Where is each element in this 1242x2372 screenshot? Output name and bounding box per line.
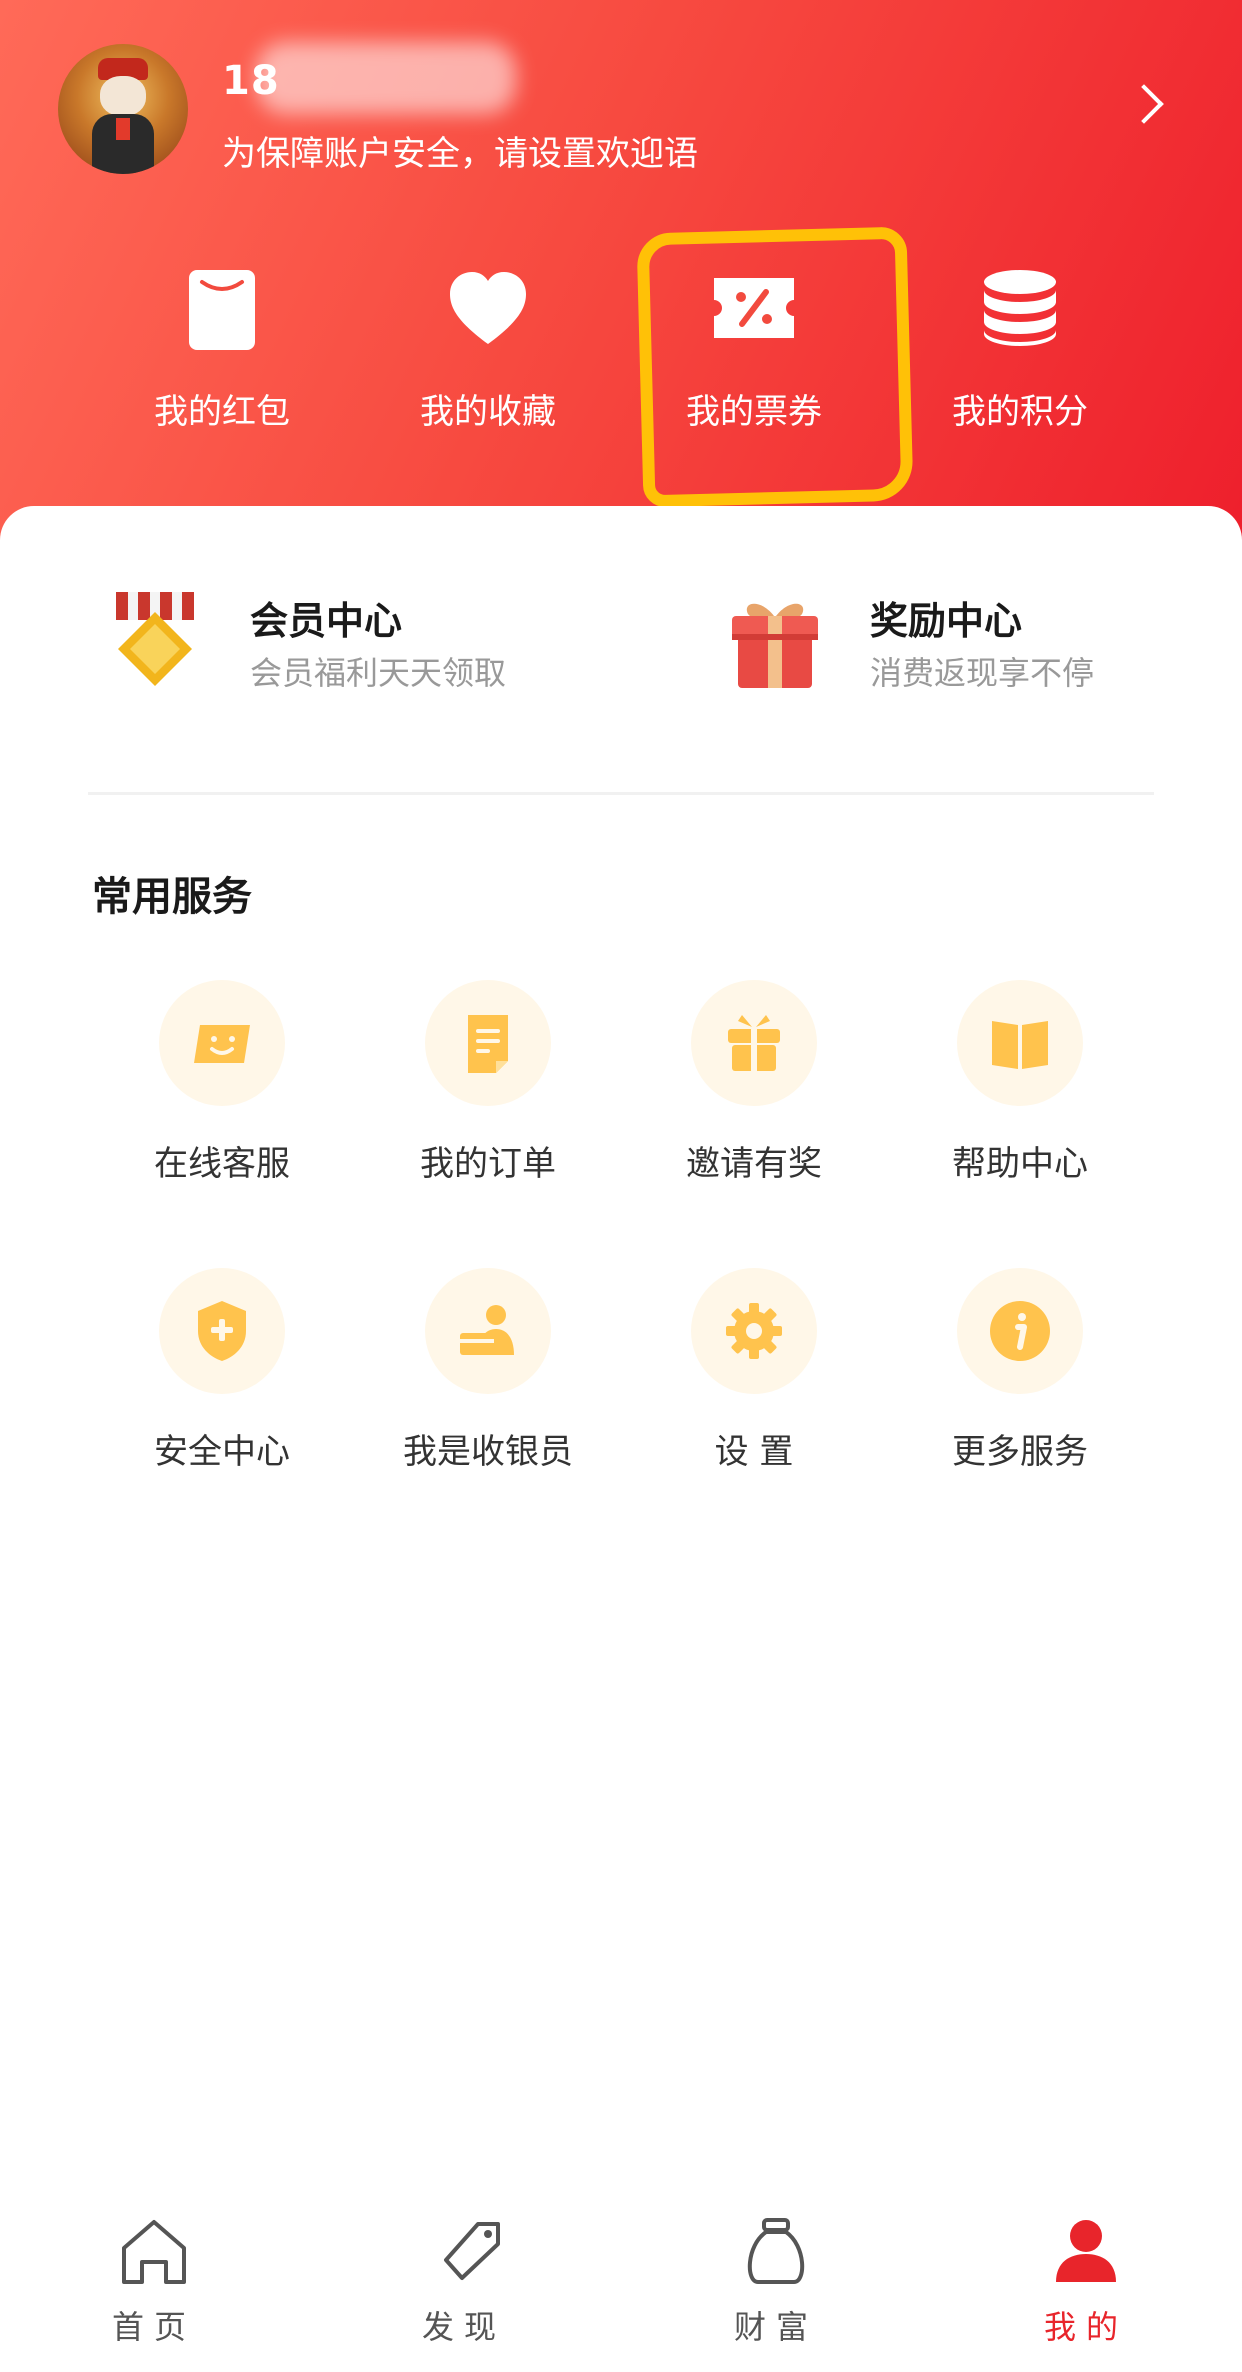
- greeting-text[interactable]: 为保障账户安全，请设置欢迎语: [222, 126, 698, 175]
- quick-action-red-packet[interactable]: 我的红包: [102, 262, 342, 432]
- tab-label: 首页: [111, 2308, 196, 2346]
- smile-chat-icon: [159, 980, 285, 1106]
- document-icon: [425, 980, 551, 1106]
- user-icon: [996, 2210, 1176, 2290]
- divider: [88, 792, 1154, 795]
- avatar-tie: [116, 118, 130, 140]
- quick-action-points[interactable]: 我的积分: [900, 262, 1140, 432]
- heart-icon: [368, 262, 608, 354]
- reward-center[interactable]: 奖励中心 消费返现享不停: [720, 590, 1160, 700]
- shield-plus-icon: [159, 1268, 285, 1394]
- service-label: 在线客服: [154, 1144, 290, 1184]
- tab-discover[interactable]: 发现: [374, 2210, 554, 2350]
- money-bag-icon: [686, 2210, 866, 2290]
- info-icon: [957, 1268, 1083, 1394]
- tab-label: 财富: [733, 2308, 818, 2346]
- member-center[interactable]: 会员中心 会员福利天天领取: [100, 590, 620, 700]
- tab-home[interactable]: 首页: [64, 2210, 244, 2350]
- tag-icon: [374, 2210, 554, 2290]
- book-icon: [957, 980, 1083, 1106]
- service-security-center[interactable]: 安全中心: [102, 1268, 342, 1488]
- tab-wealth[interactable]: 财富: [686, 2210, 866, 2350]
- service-label: 安全中心: [154, 1432, 290, 1472]
- quick-action-label: 我的积分: [952, 392, 1088, 432]
- service-more[interactable]: 更多服务: [900, 1268, 1140, 1488]
- quick-action-label: 我的红包: [154, 392, 290, 432]
- gear-icon: [691, 1268, 817, 1394]
- red-packet-icon: [102, 262, 342, 354]
- service-online-support[interactable]: 在线客服: [102, 980, 342, 1200]
- reward-center-title: 奖励中心: [870, 599, 1023, 643]
- coins-stack-icon: [900, 262, 1140, 354]
- avatar-face: [100, 76, 146, 116]
- quick-action-label: 我的收藏: [420, 392, 556, 432]
- service-label: 我的订单: [420, 1144, 556, 1184]
- quick-action-favorites[interactable]: 我的收藏: [368, 262, 608, 432]
- member-center-title: 会员中心: [250, 599, 403, 643]
- service-help-center[interactable]: 帮助中心: [900, 980, 1140, 1200]
- service-invite-reward[interactable]: 邀请有奖: [634, 980, 874, 1200]
- service-label: 更多服务: [952, 1432, 1088, 1472]
- service-label: 设 置: [714, 1432, 794, 1472]
- medal-icon: [100, 590, 210, 704]
- service-my-orders[interactable]: 我的订单: [368, 980, 608, 1200]
- highlight-marker: [636, 226, 914, 508]
- tab-mine[interactable]: 我的: [996, 2210, 1176, 2350]
- cashier-icon: [425, 1268, 551, 1394]
- tab-label: 我的: [1043, 2308, 1128, 2346]
- service-label: 我是收银员: [403, 1432, 573, 1472]
- gift-box-icon: [720, 590, 830, 704]
- service-cashier[interactable]: 我是收银员: [368, 1268, 608, 1488]
- home-icon: [64, 2210, 244, 2290]
- gift-icon: [691, 980, 817, 1106]
- service-label: 邀请有奖: [686, 1144, 822, 1184]
- avatar[interactable]: [58, 44, 188, 174]
- member-center-subtitle: 会员福利天天领取: [250, 654, 507, 692]
- tab-label: 发现: [421, 2308, 506, 2346]
- redacted-phone-mask: [256, 42, 516, 114]
- service-settings[interactable]: 设 置: [634, 1268, 874, 1488]
- section-title: 常用服务: [92, 874, 252, 920]
- reward-center-subtitle: 消费返现享不停: [870, 654, 1095, 692]
- service-label: 帮助中心: [952, 1144, 1088, 1184]
